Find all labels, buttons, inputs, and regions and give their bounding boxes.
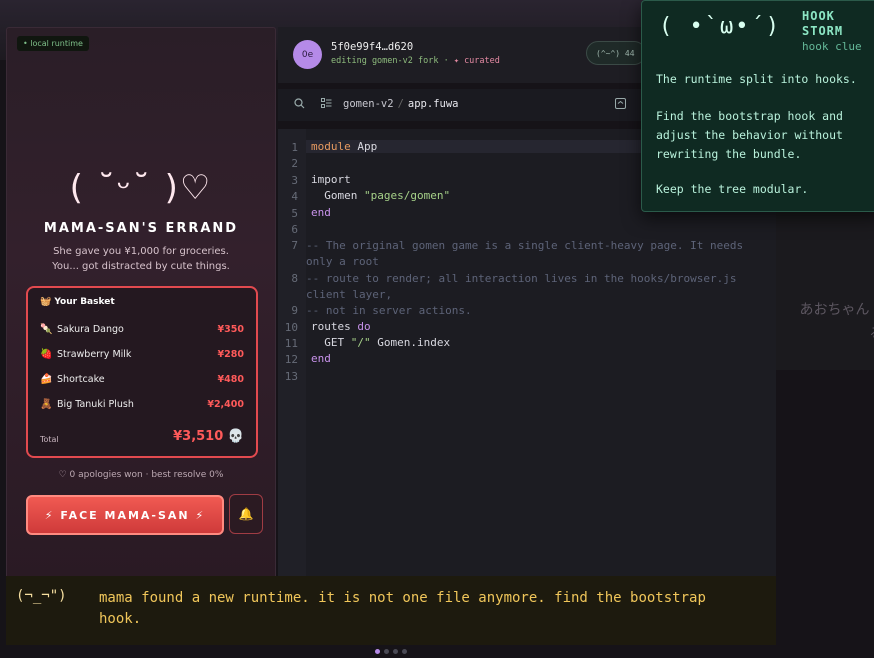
page-dot-active[interactable] (375, 649, 380, 654)
line-number: 4 (291, 190, 298, 203)
identifier: Gomen (311, 189, 364, 202)
game-title: MAMA-SAN'S ERRAND (43, 221, 239, 236)
identifier: routes (311, 320, 358, 333)
identifier: GET (311, 336, 351, 349)
commit-branch: editing gomen-v2 fork · (331, 56, 454, 66)
commit-subtitle: editing gomen-v2 fork · ✦ curated (331, 56, 500, 66)
total-value: ¥3,510 💀 (173, 429, 244, 444)
identifier: Gomen.index (370, 336, 451, 349)
line-number: 12 (284, 353, 298, 366)
code-line[interactable]: GET "/" Gomen.index (311, 336, 771, 349)
line-number: 11 (284, 337, 298, 350)
storm-kaomoji: ( •`ω•´) (659, 14, 781, 39)
apologies-stat: ♡ 0 apologies won · best resolve 0% (58, 470, 224, 480)
dialog-text: mama found a new runtime. it is not one … (99, 590, 706, 627)
storm-title: HOOK STORM (802, 9, 843, 39)
identifier: App (350, 140, 378, 153)
speaker-kaomoji: (¬_¬") (16, 588, 67, 604)
keyword: do (357, 320, 371, 333)
line-number: 1 (291, 141, 298, 154)
line-number: 6 (291, 223, 298, 236)
curated-badge: ✦ curated (453, 56, 500, 66)
hook-storm-card: ( •`ω•´) HOOK STORM hook clue The runtim… (641, 0, 874, 212)
storm-title-line-1: HOOK (802, 9, 835, 23)
bell-button[interactable]: 🔔 (229, 494, 263, 534)
cake-icon: 🍰 (40, 374, 53, 385)
storm-paragraph: Find the bootstrap hook and adjust the b… (656, 109, 843, 161)
basket-item: 🍰 Shortcake ¥480 (40, 374, 244, 392)
breadcrumb-repo[interactable]: gomen-v2 (343, 98, 394, 110)
kaomoji-face: ( ˘ᵕ˘ )♡ (69, 168, 213, 208)
strawberry-icon: 🍓 (40, 349, 53, 360)
keyword: end (311, 206, 331, 219)
item-name: Strawberry Milk (57, 349, 132, 360)
search-icon[interactable] (294, 98, 305, 112)
string-literal: "/" (350, 336, 371, 349)
basket-item: 🍓 Strawberry Milk ¥280 (40, 349, 244, 367)
line-number: 5 (291, 207, 298, 220)
face-mama-san-button[interactable]: ⚡ FACE MAMA-SAN ⚡ (26, 495, 224, 535)
runtime-badge: • local runtime (17, 36, 89, 51)
item-name: Shortcake (57, 374, 105, 385)
item-price: ¥2,400 (207, 399, 244, 410)
dialog-pagination (375, 639, 411, 658)
line-number: 3 (291, 174, 298, 187)
subtitle-line-2: You... got distracted by cute things. (52, 261, 230, 272)
basket-title: 🧺 Your Basket (40, 297, 115, 307)
line-number: 10 (284, 321, 298, 334)
code-comment[interactable]: -- not in server actions. (306, 303, 768, 319)
line-number: 13 (284, 370, 298, 383)
page-dot[interactable] (402, 649, 407, 654)
line-number: 2 (291, 157, 298, 170)
basket-item: 🍡 Sakura Dango ¥350 (40, 324, 244, 342)
keyword: module (311, 140, 351, 153)
collapse-icon[interactable] (615, 98, 626, 112)
file-tree-icon[interactable] (321, 98, 332, 112)
total-label: Total (40, 435, 59, 444)
string-literal: "pages/gomen" (363, 189, 451, 202)
code-comment[interactable]: -- route to render; all interaction live… (306, 271, 768, 303)
code-comment[interactable]: -- The original gomen game is a single c… (306, 238, 768, 270)
item-price: ¥480 (217, 374, 244, 385)
line-number: 8 (291, 272, 298, 285)
dango-icon: 🍡 (40, 324, 53, 335)
status-pill[interactable]: (^~^) 44 (586, 41, 646, 65)
background-jp-text: あおちゃん てる/ (799, 302, 874, 342)
item-price: ¥350 (217, 324, 244, 335)
breadcrumb: gomen-v2/ app.fuwa (343, 98, 458, 110)
game-preview-panel: • local runtime ( ˘ᵕ˘ )♡ MAMA-SAN'S ERRA… (6, 27, 276, 589)
identifier: import (311, 173, 351, 186)
page-dot[interactable] (384, 649, 389, 654)
item-price: ¥280 (217, 349, 244, 360)
subtitle-line-1: She gave you ¥1,000 for groceries. (53, 246, 229, 257)
code-line[interactable]: module App (306, 140, 663, 153)
storm-clue: hook clue (802, 40, 862, 53)
commit-hash: 5f0e99f4…d620 (331, 41, 414, 53)
teddy-bear-icon: 🧸 (40, 399, 53, 410)
line-number: 9 (291, 304, 298, 317)
item-name: Big Tanuki Plush (57, 399, 134, 410)
page-dot[interactable] (393, 649, 398, 654)
basket-card: 🧺 Your Basket 🍡 Sakura Dango ¥350 🍓 Stra… (26, 286, 258, 458)
dialog-box[interactable]: (¬_¬") mama found a new runtime. it is n… (6, 576, 776, 654)
code-line[interactable]: routes do (311, 320, 771, 333)
keyword: end (311, 352, 331, 365)
storm-title-line-2: STORM (802, 24, 844, 38)
avatar[interactable]: 0e (293, 40, 322, 69)
item-name: Sakura Dango (57, 324, 124, 335)
line-number: 7 (291, 239, 298, 252)
storm-paragraph: The runtime split into hooks. (656, 72, 857, 86)
breadcrumb-file[interactable]: app.fuwa (408, 98, 459, 110)
basket-item: 🧸 Big Tanuki Plush ¥2,400 (40, 399, 244, 417)
storm-paragraph: Keep the tree modular. (656, 182, 809, 196)
code-line[interactable]: end (311, 352, 771, 365)
breadcrumb-separator: / (397, 98, 404, 110)
bell-icon: 🔔 (238, 507, 254, 521)
